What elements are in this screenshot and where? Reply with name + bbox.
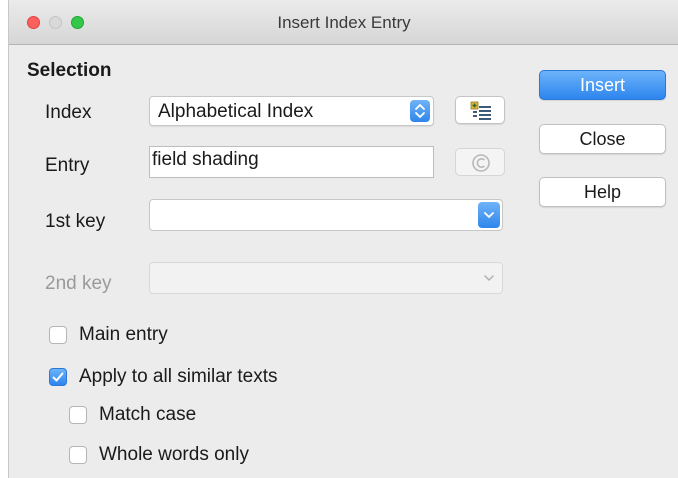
index-select[interactable]: Alphabetical Index <box>149 96 434 126</box>
chevron-down-icon <box>478 202 500 228</box>
new-user-index-icon <box>469 101 493 126</box>
key2-label: 2nd key <box>45 273 112 294</box>
key2-combobox[interactable] <box>149 262 503 294</box>
update-entry-icon <box>470 152 492 179</box>
whole-words-label: Whole words only <box>99 444 249 465</box>
index-label: Index <box>45 102 92 123</box>
insert-index-entry-dialog: Insert Index Entry Selection Index Alpha… <box>8 0 678 478</box>
main-entry-checkbox[interactable] <box>49 326 67 344</box>
match-case-checkbox[interactable] <box>69 406 87 424</box>
main-entry-label: Main entry <box>79 324 168 345</box>
up-down-arrows-icon <box>410 100 430 122</box>
whole-words-checkbox[interactable] <box>69 446 87 464</box>
index-select-value: Alphabetical Index <box>158 101 314 122</box>
entry-field[interactable]: field shading <box>149 146 434 178</box>
chevron-down-icon <box>478 265 500 291</box>
insert-button[interactable]: Insert <box>539 70 666 100</box>
match-case-label: Match case <box>99 404 197 425</box>
selection-heading: Selection <box>27 60 112 81</box>
key1-combobox[interactable] <box>149 199 503 231</box>
apply-all-checkbox[interactable] <box>49 368 67 386</box>
help-button[interactable]: Help <box>539 177 666 207</box>
update-entry-button[interactable] <box>455 148 505 176</box>
window-title: Insert Index Entry <box>277 13 411 32</box>
entry-label: Entry <box>45 155 90 176</box>
checkmark-icon <box>52 372 64 382</box>
key1-label: 1st key <box>45 211 106 232</box>
title-bar[interactable]: Insert Index Entry <box>9 0 678 45</box>
apply-all-label: Apply to all similar texts <box>79 366 278 387</box>
close-button[interactable]: Close <box>539 124 666 154</box>
new-index-button[interactable] <box>455 96 505 124</box>
entry-field-value: field shading <box>152 149 259 170</box>
